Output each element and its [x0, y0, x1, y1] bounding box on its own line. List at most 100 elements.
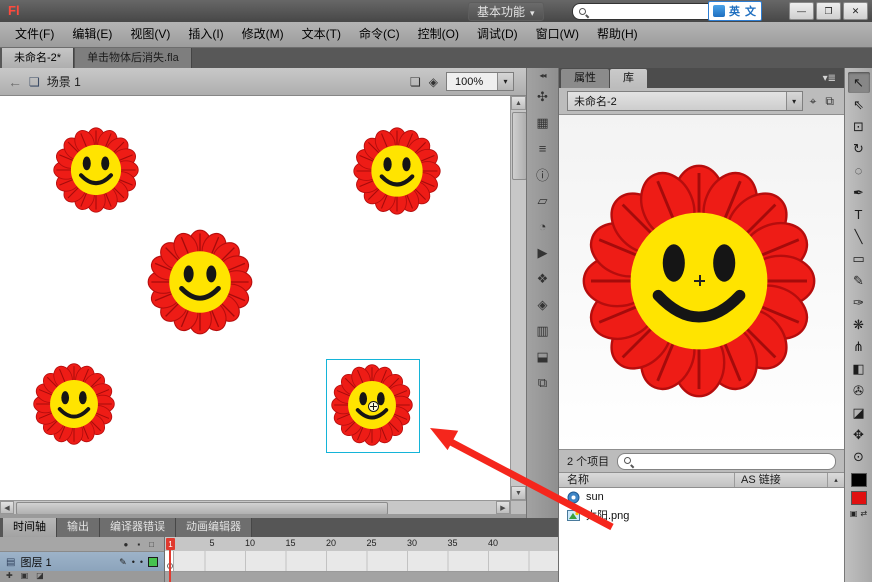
library-search-box[interactable] [617, 452, 836, 470]
stage-vertical-scrollbar[interactable]: ▲ ▼ [510, 96, 527, 500]
menu-item[interactable]: 控制(O) [409, 22, 468, 47]
text-tool[interactable]: T [848, 204, 870, 225]
tab-compiler-errors[interactable]: 编译器错误 [100, 518, 176, 537]
chevron-down-icon[interactable]: ▾ [785, 92, 802, 110]
components-panel-icon[interactable]: ❖ [530, 267, 556, 290]
scroll-up-icon[interactable]: ▲ [511, 96, 526, 110]
layer-frames-row[interactable] [165, 551, 558, 572]
outline-icon[interactable]: □ [149, 540, 154, 549]
timeline-frames-pane[interactable]: 5 10 15 20 25 30 35 40 1 [165, 537, 558, 582]
menu-item[interactable]: 调试(D) [468, 22, 527, 47]
outline-color-swatch[interactable] [148, 557, 158, 567]
sun-instance[interactable] [52, 126, 140, 214]
new-folder-icon[interactable]: ▣ [21, 571, 29, 580]
close-button[interactable]: ✕ [843, 2, 868, 20]
new-library-panel-icon[interactable]: ⧉ [823, 94, 836, 109]
lock-icon[interactable]: ▪ [137, 540, 140, 549]
menu-item[interactable]: 文本(T) [293, 22, 350, 47]
strings-panel-icon[interactable]: ▥ [530, 319, 556, 342]
3d-rotation-tool[interactable]: ↻ [848, 138, 870, 159]
default-colors-icon[interactable]: ▣ [850, 509, 858, 518]
fill-color-swatch[interactable] [850, 491, 867, 505]
panel-menu-icon[interactable]: ▾≣ [815, 69, 844, 88]
swap-colors-icon[interactable]: ⇄ [860, 509, 867, 518]
paint-bucket-tool[interactable]: ◧ [848, 358, 870, 379]
pen-tool[interactable]: ✒ [848, 182, 870, 203]
tab-timeline[interactable]: 时间轴 [3, 518, 57, 537]
edit-scene-icon[interactable]: ❏ [410, 75, 421, 89]
eyedropper-tool[interactable]: ✇ [848, 380, 870, 401]
zoom-tool[interactable]: ⊙ [848, 446, 870, 467]
minimize-button[interactable]: — [789, 2, 814, 20]
scroll-right-icon[interactable]: ▶ [496, 501, 510, 514]
menu-item[interactable]: 视图(V) [121, 22, 179, 47]
brush-tool[interactable]: ✑ [848, 292, 870, 313]
menu-item[interactable]: 修改(M) [233, 22, 293, 47]
tab-library[interactable]: 库 [610, 69, 647, 88]
menu-item[interactable]: 帮助(H) [588, 22, 647, 47]
library-document-select[interactable]: 未命名-2 ▾ [567, 91, 803, 111]
tab-output[interactable]: 输出 [57, 518, 100, 537]
selection-tool[interactable]: ↖ [847, 72, 870, 93]
history-panel-icon[interactable]: ◔ [530, 215, 556, 238]
sun-instance[interactable] [32, 362, 116, 446]
delete-layer-icon[interactable]: ◪ [36, 571, 44, 580]
ime-language-badge[interactable]: 英 文 [708, 1, 763, 21]
transform-point-icon[interactable] [368, 401, 379, 412]
sort-toggle-icon[interactable]: ▴ [827, 473, 844, 487]
column-as-linkage[interactable]: AS 链接 [734, 473, 827, 487]
bone-tool[interactable]: ⋔ [848, 336, 870, 357]
stage-horizontal-scrollbar[interactable]: ◀ ▶ [0, 500, 510, 515]
tab-motion-editor[interactable]: 动画编辑器 [176, 518, 252, 537]
zoom-select[interactable]: 100% ▾ [446, 72, 514, 91]
rectangle-tool[interactable]: ▭ [848, 248, 870, 269]
playhead[interactable]: 1 [166, 538, 175, 550]
visibility-icon[interactable]: ● [123, 540, 128, 549]
layer-row[interactable]: ▤ 图层 1 ✎ • • [0, 552, 164, 573]
code-snippets-panel-icon[interactable]: ◈ [530, 293, 556, 316]
menu-item[interactable]: 插入(I) [179, 22, 232, 47]
document-tab-fla[interactable]: 单击物体后消失.fla [75, 48, 192, 68]
stroke-color-swatch[interactable] [850, 473, 867, 487]
scroll-left-icon[interactable]: ◀ [0, 501, 14, 514]
help-search-box[interactable] [572, 3, 716, 20]
behaviors-panel-icon[interactable]: ⬓ [530, 345, 556, 368]
layer-name[interactable]: 图层 1 [20, 554, 114, 570]
workspace-switcher[interactable]: 基本功能 [468, 2, 544, 21]
visibility-dot-icon[interactable]: • [132, 557, 135, 567]
expand-panels-icon[interactable]: ◂◂ [527, 68, 558, 82]
menu-item[interactable]: 文件(F) [6, 22, 63, 47]
lasso-tool[interactable]: ◌ [848, 160, 870, 181]
swatches-panel-icon[interactable]: ▦ [530, 111, 556, 134]
deco-tool[interactable]: ❋ [848, 314, 870, 335]
library-search-input[interactable] [637, 454, 830, 468]
back-arrow-icon[interactable]: ← [8, 74, 22, 90]
motion-presets-panel-icon[interactable]: ▶ [530, 241, 556, 264]
pin-library-icon[interactable]: ⌖ [808, 94, 819, 109]
new-layer-icon[interactable]: ✚ [6, 571, 13, 580]
stage-canvas[interactable] [0, 96, 510, 500]
menu-item[interactable]: 窗口(W) [527, 22, 588, 47]
line-tool[interactable]: ╲ [848, 226, 870, 247]
frame-ruler[interactable]: 5 10 15 20 25 30 35 40 [165, 537, 558, 552]
project-panel-icon[interactable]: ⧉ [530, 371, 556, 394]
color-panel-icon[interactable]: ✣ [530, 85, 556, 108]
library-item-bitmap[interactable]: 太阳.png [559, 506, 844, 524]
pencil-tool[interactable]: ✎ [848, 270, 870, 291]
column-name[interactable]: 名称 [559, 473, 734, 487]
subselection-tool[interactable]: ⇖ [848, 94, 870, 115]
edit-symbols-icon[interactable]: ◈ [429, 75, 438, 89]
sun-instance[interactable] [352, 126, 442, 216]
vertical-scroll-thumb[interactable] [512, 112, 527, 180]
sun-instance[interactable] [146, 228, 254, 336]
lock-dot-icon[interactable]: • [140, 557, 143, 567]
menu-item[interactable]: 命令(C) [350, 22, 409, 47]
help-search-input[interactable] [592, 4, 710, 19]
transform-panel-icon[interactable]: ▱ [530, 189, 556, 212]
align-panel-icon[interactable]: ≡ [530, 137, 556, 160]
eraser-tool[interactable]: ◪ [848, 402, 870, 423]
free-transform-tool[interactable]: ⊡ [848, 116, 870, 137]
hand-tool[interactable]: ✥ [848, 424, 870, 445]
scroll-down-icon[interactable]: ▼ [511, 486, 526, 500]
info-panel-icon[interactable]: ⓘ [530, 163, 556, 186]
